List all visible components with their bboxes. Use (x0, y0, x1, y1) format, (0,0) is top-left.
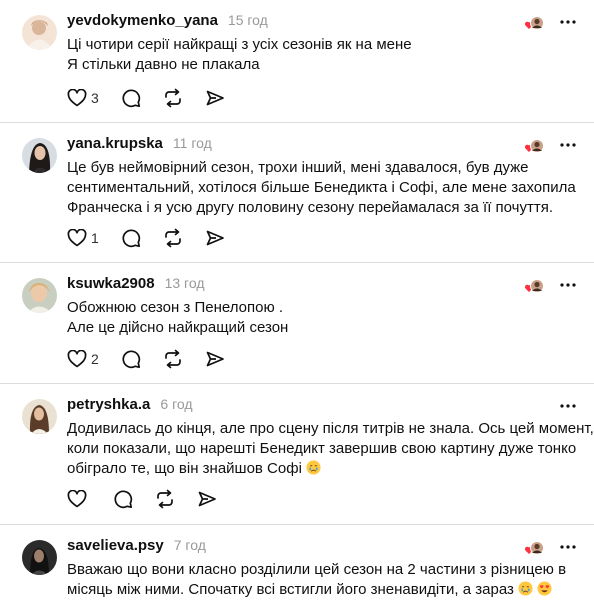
action-bar: 3 (67, 87, 247, 109)
author-liked-heart-icon (524, 276, 546, 296)
author-liked-heart-icon (524, 136, 546, 156)
like-count: 1 (91, 230, 99, 246)
timestamp[interactable]: 15 год (228, 12, 268, 28)
more-dots-icon[interactable] (556, 10, 580, 34)
speech-bubble-icon (114, 490, 133, 509)
avatar[interactable] (22, 15, 57, 50)
comment-header: ksuwka2908 13 год (67, 275, 205, 295)
comment-header: yana.krupska 11 год (67, 135, 212, 155)
comment-line-text: місяць між ними. Спочатку всі встигли йо… (67, 581, 514, 598)
username[interactable]: savelieva.psy (67, 537, 164, 554)
comment-line-text: обіграло те, що він знайшов Софі (67, 460, 302, 477)
timestamp[interactable]: 6 год (160, 396, 192, 412)
comment-header: petryshka.a 6 год (67, 396, 193, 416)
speech-bubble-icon (122, 350, 140, 369)
like-button[interactable] (67, 488, 91, 510)
comment-line: Ці чотири серії найкращі з усіх сезонів … (67, 36, 412, 53)
comment-text: Додивилась до кінця, але про сцену після… (67, 419, 594, 479)
timestamp[interactable]: 13 год (165, 275, 205, 291)
share-button[interactable] (197, 488, 217, 510)
comment-line: коли показали, що нарешті Бенедикт завер… (67, 440, 577, 457)
reply-button[interactable] (113, 488, 133, 510)
username[interactable]: petryshka.a (67, 396, 150, 413)
repost-icon (164, 349, 181, 369)
send-icon (206, 351, 224, 367)
comment-line: Обожнюю сезон з Пенелопою . (67, 299, 284, 316)
author-liked-heart-icon (524, 538, 546, 558)
like-button[interactable]: 1 (67, 227, 99, 249)
reply-button[interactable] (121, 227, 141, 249)
send-icon (206, 90, 224, 106)
heart-outline-icon (67, 89, 87, 107)
comment-text: Обожнюю сезон з Пенелопою . Але це дійсн… (67, 298, 572, 338)
repost-button[interactable] (163, 348, 183, 370)
timestamp[interactable]: 11 год (173, 135, 212, 151)
comment-item: savelieva.psy 7 год Вважаю що вони класн… (0, 525, 594, 600)
username[interactable]: yevdokymenko_yana (67, 12, 218, 29)
more-dots-icon[interactable] (556, 133, 580, 157)
crying-face-emoji-icon (306, 460, 321, 475)
heart-outline-icon (67, 229, 87, 247)
repost-icon (157, 489, 173, 509)
timestamp[interactable]: 7 год (174, 537, 206, 553)
send-icon (206, 230, 224, 246)
more-dots-icon[interactable] (556, 394, 580, 418)
comment-line: місяць між ними. Спочатку всі встигли йо… (67, 580, 572, 600)
reply-button[interactable] (121, 348, 141, 370)
comment-text: Вважаю що вони класно розділили цей сезо… (67, 560, 572, 600)
comment-text: Це був неймовірний сезон, трохи інший, м… (67, 158, 576, 218)
repost-icon (164, 228, 181, 248)
comment-line: Вважаю що вони класно розділили цей сезо… (67, 561, 567, 578)
comment-line: Додивилась до кінця, але про сцену після… (67, 420, 594, 437)
comment-line: Я стільки давно не плакала (67, 56, 260, 73)
like-button[interactable]: 2 (67, 348, 99, 370)
repost-button[interactable] (155, 488, 175, 510)
comment-item: yevdokymenko_yana 15 год Ці чотири серії… (0, 0, 594, 123)
avatar[interactable] (22, 138, 57, 173)
comment-line: Франческа і я усю другу половину сезону … (67, 199, 554, 216)
repost-button[interactable] (163, 227, 183, 249)
heart-eyes-emoji-icon (537, 581, 552, 596)
share-button[interactable] (205, 348, 225, 370)
comments-feed: yevdokymenko_yana 15 год Ці чотири серії… (0, 0, 594, 600)
heart-outline-icon (67, 490, 87, 508)
like-button[interactable]: 3 (67, 87, 99, 109)
speech-bubble-icon (122, 229, 140, 248)
comment-item: ksuwka2908 13 год Обожнюю сезон з Пенело… (0, 263, 594, 384)
share-button[interactable] (205, 87, 225, 109)
action-bar: 2 (67, 348, 247, 370)
username[interactable]: ksuwka2908 (67, 275, 155, 292)
repost-button[interactable] (163, 87, 183, 109)
share-button[interactable] (205, 227, 225, 249)
comment-line: Але це дійсно найкращий сезон (67, 319, 289, 336)
comment-line: Це був неймовірний сезон, трохи інший, м… (67, 159, 529, 176)
crying-face-emoji-icon (518, 581, 533, 596)
avatar[interactable] (22, 399, 57, 434)
reply-button[interactable] (121, 87, 141, 109)
speech-bubble-icon (122, 89, 140, 108)
more-dots-icon[interactable] (556, 535, 580, 559)
like-count: 2 (91, 351, 99, 367)
action-bar: 1 (67, 227, 247, 249)
username[interactable]: yana.krupska (67, 135, 163, 152)
comment-header: savelieva.psy 7 год (67, 537, 206, 557)
heart-outline-icon (67, 350, 87, 368)
comment-item: petryshka.a 6 год Додивилась до кінця, а… (0, 384, 594, 525)
comment-line: сентиментальний, хотілося більше Бенедик… (67, 179, 576, 196)
repost-icon (164, 88, 181, 108)
comment-line: обіграло те, що він знайшов Софі (67, 459, 572, 479)
more-dots-icon[interactable] (556, 273, 580, 297)
author-liked-heart-icon (524, 13, 546, 33)
avatar[interactable] (22, 540, 57, 575)
comment-text: Ці чотири серії найкращі з усіх сезонів … (67, 35, 572, 75)
comment-header: yevdokymenko_yana 15 год (67, 12, 268, 32)
like-count: 3 (91, 90, 99, 106)
avatar[interactable] (22, 278, 57, 313)
send-icon (198, 491, 216, 507)
action-bar (67, 488, 239, 510)
comment-item: yana.krupska 11 год Це був неймовірний с… (0, 123, 594, 263)
